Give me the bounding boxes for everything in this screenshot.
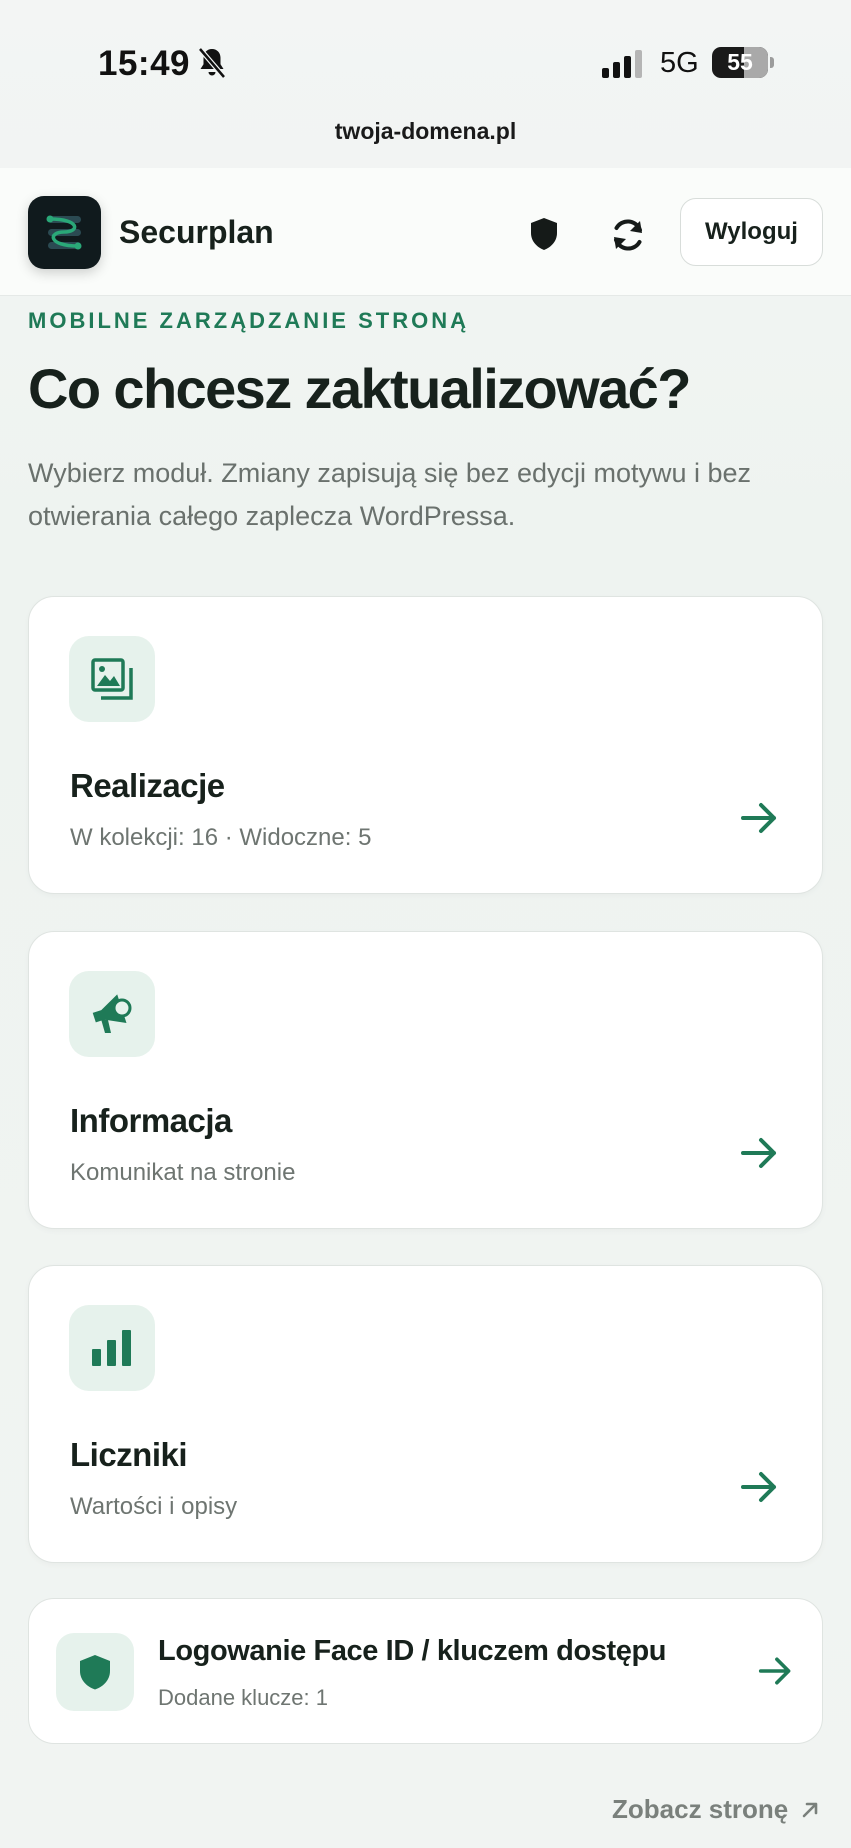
arrow-right-icon xyxy=(741,1472,776,1502)
passkey-icon-wrap xyxy=(56,1633,134,1711)
shield-icon xyxy=(80,1655,110,1690)
eyebrow-label: MOBILNE ZARZĄDZANIE STRONĄ xyxy=(28,308,469,333)
view-site-link[interactable]: Zobacz stronę xyxy=(612,1794,820,1825)
arrow-right-icon xyxy=(741,803,776,833)
signal-icon xyxy=(602,50,642,78)
module-subtitle: Komunikat na stronie xyxy=(70,1159,296,1186)
module-title: Realizacje xyxy=(70,767,225,804)
battery-icon: 55 xyxy=(712,47,768,78)
module-title: Liczniki xyxy=(70,1436,188,1473)
gallery-icon xyxy=(91,658,133,700)
module-icon-wrap xyxy=(69,1305,155,1391)
module-icon-wrap xyxy=(69,636,155,722)
module-icon-wrap xyxy=(69,971,155,1057)
arrow-right-icon xyxy=(741,1138,776,1168)
status-bar: 15:49 5G 55 twoja-domena.pl xyxy=(0,0,851,144)
arrow-right-icon xyxy=(758,1657,791,1685)
module-subtitle: Wartości i opisy xyxy=(70,1493,238,1520)
module-card-informacja[interactable]: Informacja Komunikat na stronie xyxy=(28,931,823,1229)
bell-muted-icon xyxy=(198,47,226,79)
shield-icon[interactable] xyxy=(524,214,564,254)
brand-logo[interactable] xyxy=(28,196,101,269)
logout-button[interactable]: Wyloguj xyxy=(680,198,823,266)
app-header: Securplan Wyloguj xyxy=(0,168,851,296)
module-subtitle: W kolekcji: 16 · Widoczne: 5 xyxy=(70,824,372,851)
passkey-login-card[interactable]: Logowanie Face ID / kluczem dostępu Doda… xyxy=(28,1598,823,1744)
page-title: Co chcesz zaktualizować? xyxy=(28,357,691,420)
battery-cap xyxy=(770,57,774,68)
browser-url[interactable]: twoja-domena.pl xyxy=(0,118,851,145)
passkey-title: Logowanie Face ID / kluczem dostępu xyxy=(158,1635,667,1667)
module-card-liczniki[interactable]: Liczniki Wartości i opisy xyxy=(28,1265,823,1563)
module-title: Informacja xyxy=(70,1102,232,1139)
brand-name: Securplan xyxy=(119,214,274,250)
megaphone-icon xyxy=(92,994,132,1033)
module-card-realizacje[interactable]: Realizacje W kolekcji: 16 · Widoczne: 5 xyxy=(28,596,823,894)
passkey-subtitle: Dodane klucze: 1 xyxy=(158,1685,328,1710)
status-time: 15:49 xyxy=(98,44,191,83)
view-site-label: Zobacz stronę xyxy=(612,1794,789,1824)
battery-level: 55 xyxy=(727,49,753,75)
external-link-icon xyxy=(802,1802,818,1817)
network-label: 5G xyxy=(660,47,699,79)
logo-icon xyxy=(46,215,82,250)
page-description: Wybierz moduł. Zmiany zapisują się bez e… xyxy=(28,458,752,531)
refresh-icon[interactable] xyxy=(606,213,650,257)
bar-chart-icon xyxy=(92,1330,131,1366)
